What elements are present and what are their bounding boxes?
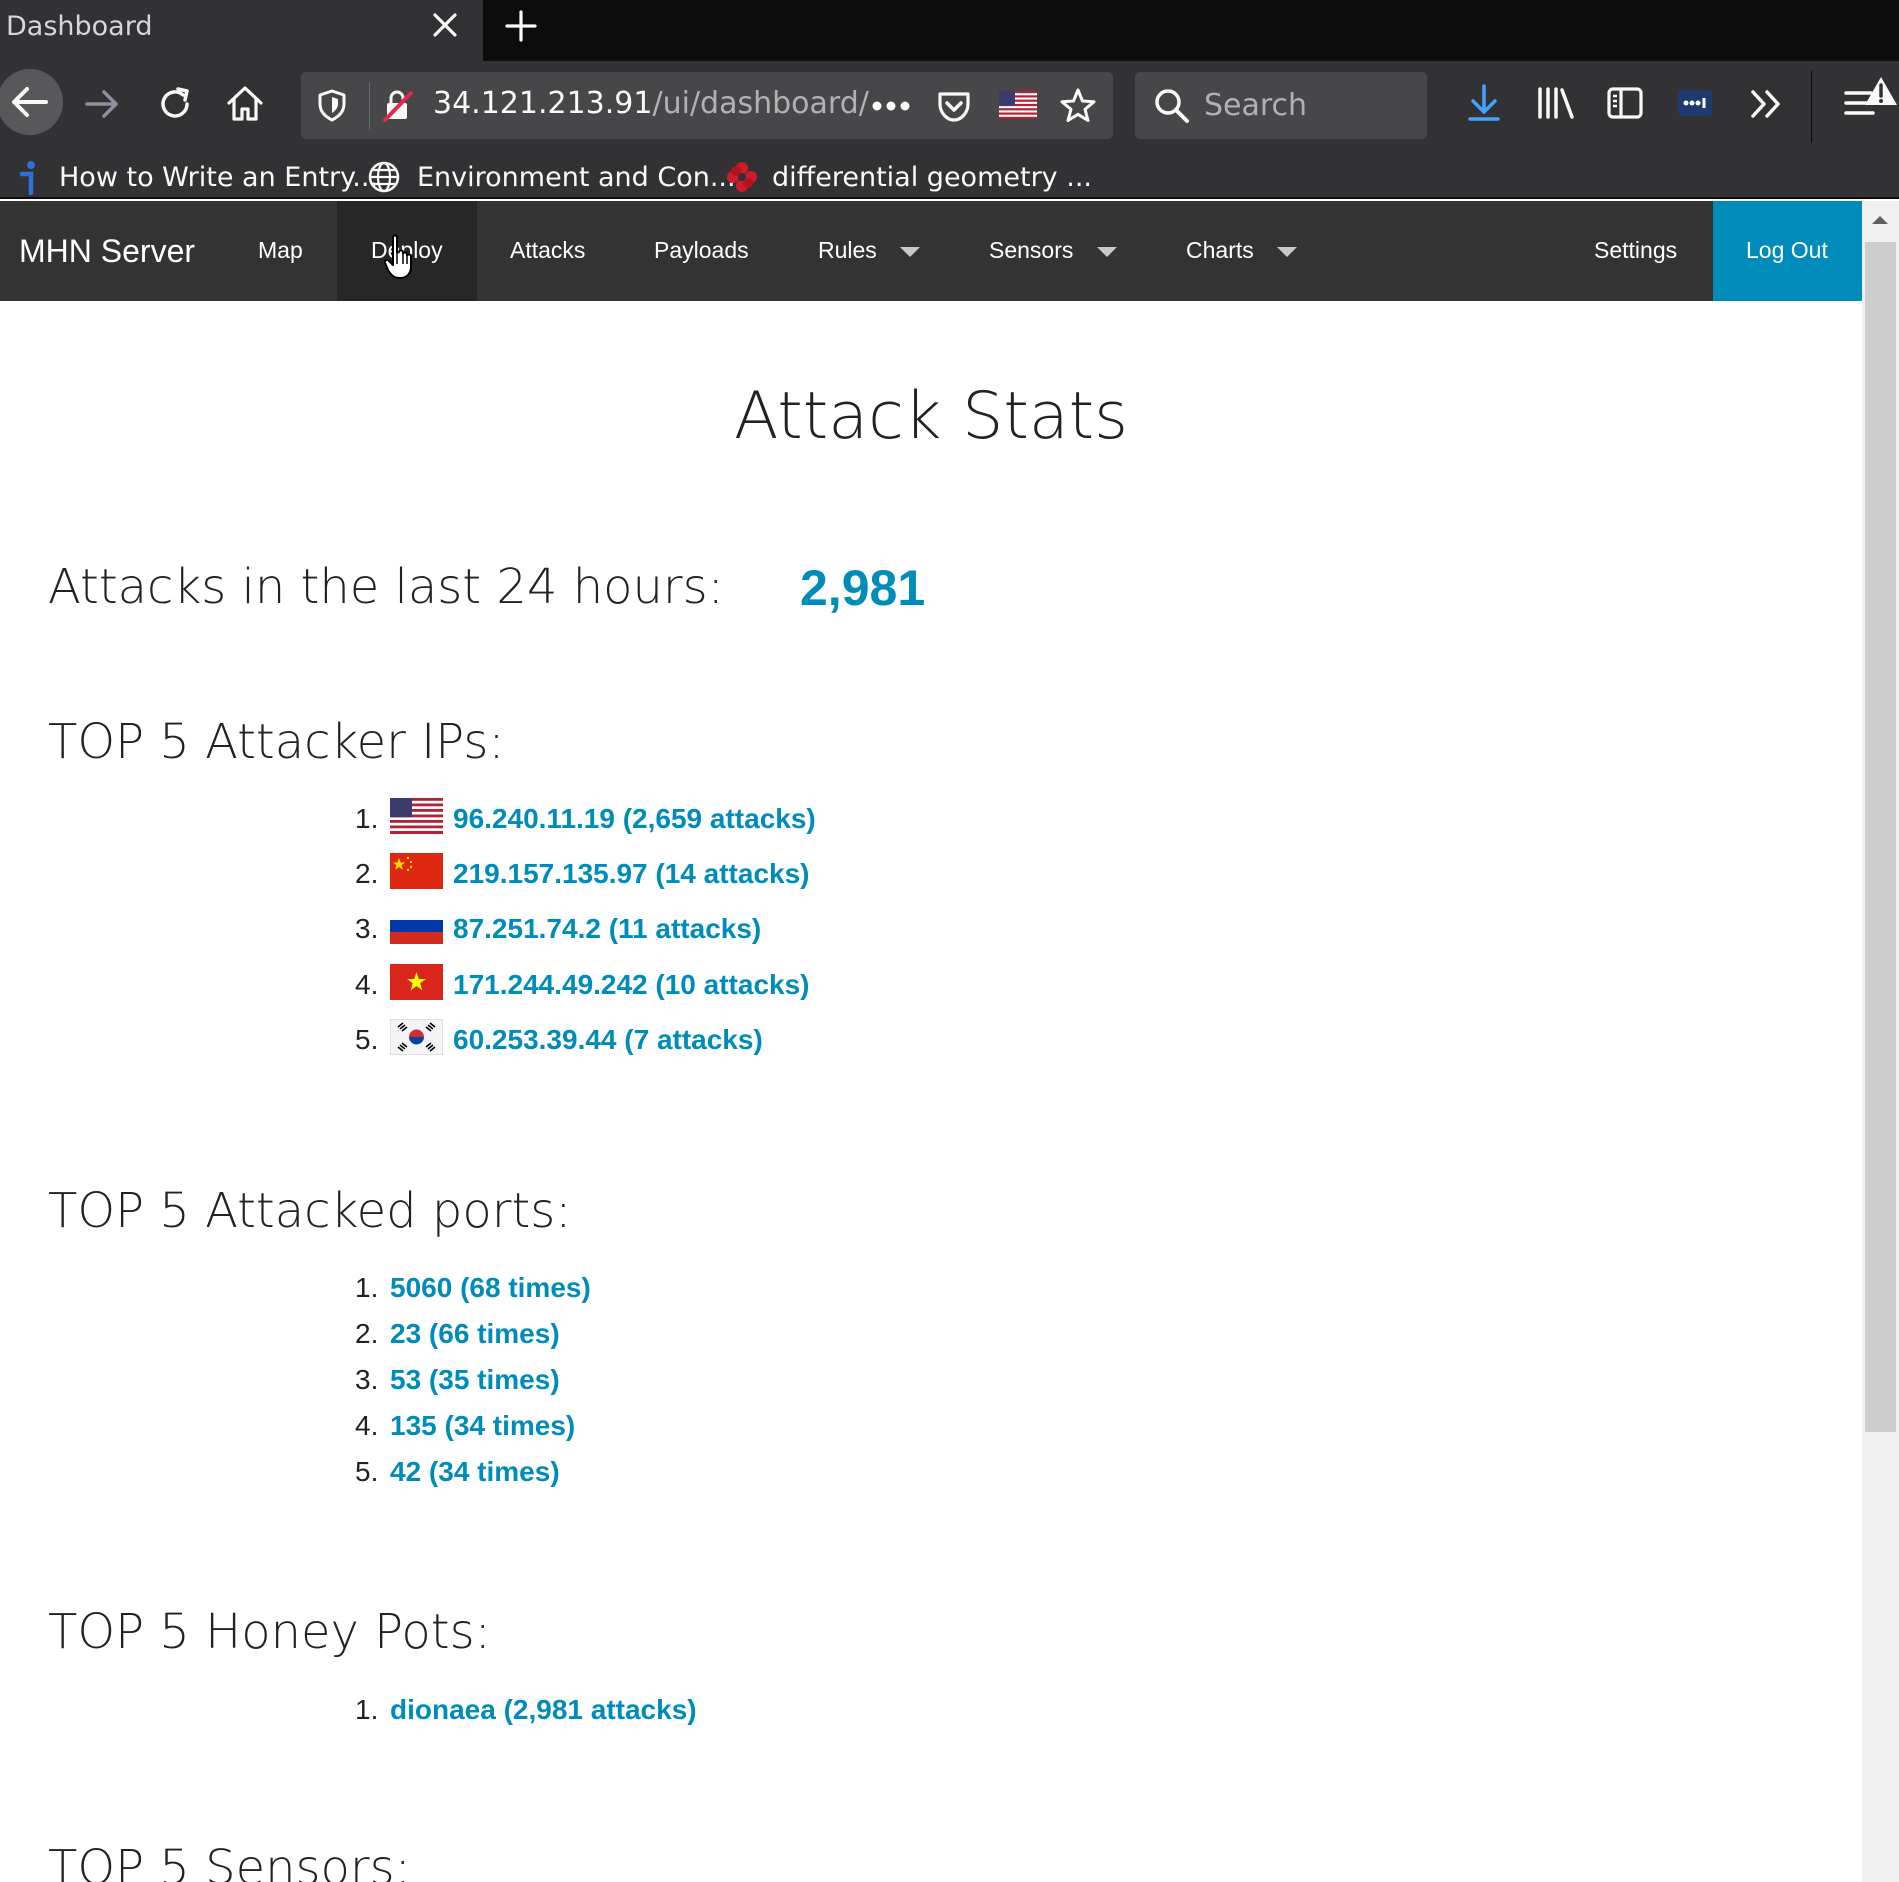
- port-link[interactable]: 53 (35 times): [390, 1364, 560, 1396]
- info-icon: [19, 161, 35, 195]
- pocket-icon[interactable]: [936, 88, 972, 124]
- search-input[interactable]: Search: [1204, 88, 1307, 123]
- port-link[interactable]: 5060 (68 times): [390, 1272, 591, 1304]
- url-separator: [369, 82, 370, 129]
- url-text[interactable]: 34.121.213.91/ui/dashboard/: [433, 86, 869, 121]
- url-path: /ui/dashboard/: [652, 86, 869, 121]
- chevron-down-icon: [1277, 247, 1297, 257]
- library-icon[interactable]: [1536, 85, 1576, 121]
- globe-icon: [368, 161, 400, 193]
- attacks-24h-label: Attacks in the last 24 hours:: [48, 559, 724, 615]
- nav-payloads[interactable]: Payloads: [620, 201, 785, 301]
- page-title: Attack Stats: [733, 379, 1129, 454]
- logout-button[interactable]: Log Out: [1713, 201, 1862, 301]
- list-number: 5.: [355, 1024, 379, 1055]
- attacker-ip-link[interactable]: 96.240.11.19 (2,659 attacks): [453, 803, 816, 835]
- top-sensors-heading: TOP 5 Sensors:: [48, 1840, 411, 1882]
- site-navbar: MHN Server Map Deploy Attacks Payloads R…: [0, 201, 1862, 301]
- scroll-up-arrow-icon[interactable]: [1872, 216, 1888, 224]
- nav-charts[interactable]: Charts: [1150, 201, 1320, 301]
- forward-arrow-icon[interactable]: [84, 86, 120, 122]
- cn-flag-icon: [390, 853, 443, 889]
- port-link[interactable]: 135 (34 times): [390, 1410, 575, 1442]
- list-number: 3.: [355, 1364, 379, 1395]
- bookmark-item[interactable]: differential geometry ...: [724, 157, 1092, 197]
- vn-flag-icon: [390, 964, 443, 1000]
- attacks-24h-value: 2,981: [800, 560, 926, 616]
- hand-cursor-icon: [384, 234, 412, 279]
- bookmark-label: differential geometry ...: [772, 162, 1092, 193]
- nav-map[interactable]: Map: [229, 201, 332, 301]
- nav-rules[interactable]: Rules: [785, 201, 955, 301]
- nav-sensors[interactable]: Sensors: [955, 201, 1150, 301]
- ru-flag-icon: [390, 908, 443, 944]
- nav-map-label: Map: [258, 237, 303, 263]
- nav-payloads-label: Payloads: [654, 237, 749, 263]
- url-host: 34.121.213.91: [433, 86, 653, 121]
- extension-icon[interactable]: [1677, 89, 1713, 117]
- insecure-lock-icon[interactable]: [381, 89, 415, 123]
- nav-charts-label: Charts: [1186, 237, 1254, 263]
- list-number: 4.: [355, 969, 379, 1000]
- close-icon[interactable]: [432, 12, 458, 38]
- us-flag-icon[interactable]: [999, 91, 1037, 119]
- shield-icon[interactable]: [317, 89, 347, 122]
- port-link[interactable]: 23 (66 times): [390, 1318, 560, 1350]
- flower-icon: [727, 162, 757, 192]
- bookmark-item[interactable]: Environment and Con...: [365, 157, 736, 197]
- browser-toolbar: 34.121.213.91/ui/dashboard/ Search How t…: [0, 61, 1899, 199]
- back-arrow-icon[interactable]: [0, 69, 66, 135]
- browser-tab[interactable]: Dashboard: [0, 0, 483, 61]
- nav-sensors-label: Sensors: [989, 237, 1074, 263]
- list-number: 2.: [355, 1318, 379, 1349]
- nav-settings-label: Settings: [1594, 237, 1678, 263]
- logout-label: Log Out: [1746, 237, 1828, 263]
- nav-attacks-label: Attacks: [510, 237, 586, 263]
- nav-rules-label: Rules: [818, 237, 877, 263]
- top-ips-heading: TOP 5 Attacker IPs:: [48, 714, 505, 770]
- list-number: 1.: [355, 1272, 379, 1303]
- nav-attacks[interactable]: Attacks: [477, 201, 620, 301]
- toolbar-separator: [1811, 71, 1812, 143]
- chevron-down-icon: [1097, 247, 1117, 257]
- bookmark-item[interactable]: How to Write an Entry...: [12, 157, 378, 197]
- attacker-ip-link[interactable]: 60.253.39.44 (7 attacks): [453, 1024, 763, 1056]
- search-icon: [1155, 89, 1189, 123]
- home-icon[interactable]: [225, 83, 265, 123]
- chevron-down-icon: [900, 247, 920, 257]
- list-number: 1.: [355, 803, 379, 834]
- honeypot-link[interactable]: dionaea (2,981 attacks): [390, 1694, 697, 1726]
- top-honeypots-heading: TOP 5 Honey Pots:: [48, 1604, 491, 1660]
- top-ports-heading: TOP 5 Attacked ports:: [48, 1183, 572, 1239]
- star-icon[interactable]: [1059, 87, 1097, 125]
- menu-icon[interactable]: [1843, 75, 1899, 125]
- new-tab-icon[interactable]: [503, 8, 539, 44]
- attacker-ip-link[interactable]: 171.244.49.242 (10 attacks): [453, 969, 810, 1001]
- us-flag-icon: [390, 798, 443, 834]
- attacker-ip-link[interactable]: 87.251.74.2 (11 attacks): [453, 913, 761, 945]
- list-number: 1.: [355, 1694, 379, 1725]
- list-number: 2.: [355, 858, 379, 889]
- tab-title: Dashboard: [6, 11, 153, 42]
- port-link[interactable]: 42 (34 times): [390, 1456, 560, 1488]
- search-bar[interactable]: Search: [1135, 72, 1427, 139]
- sidebar-icon[interactable]: [1606, 86, 1644, 120]
- attacker-ip-link[interactable]: 219.157.135.97 (14 attacks): [453, 858, 810, 890]
- list-number: 5.: [355, 1456, 379, 1487]
- more-actions-icon[interactable]: [872, 100, 910, 112]
- list-number: 3.: [355, 913, 379, 944]
- download-icon[interactable]: [1467, 83, 1501, 123]
- nav-settings[interactable]: Settings: [1560, 201, 1713, 301]
- bookmark-label: Environment and Con...: [417, 162, 736, 193]
- overflow-chevron-icon[interactable]: [1749, 89, 1783, 119]
- list-number: 4.: [355, 1410, 379, 1441]
- address-bar[interactable]: 34.121.213.91/ui/dashboard/: [301, 72, 1113, 139]
- bookmark-label: How to Write an Entry...: [59, 162, 379, 193]
- browser-tab-bar: Dashboard: [0, 0, 1899, 61]
- kr-flag-icon: [390, 1019, 443, 1055]
- site-brand[interactable]: MHN Server: [19, 233, 195, 270]
- scrollbar-thumb[interactable]: [1865, 242, 1896, 1432]
- reload-icon[interactable]: [156, 85, 194, 123]
